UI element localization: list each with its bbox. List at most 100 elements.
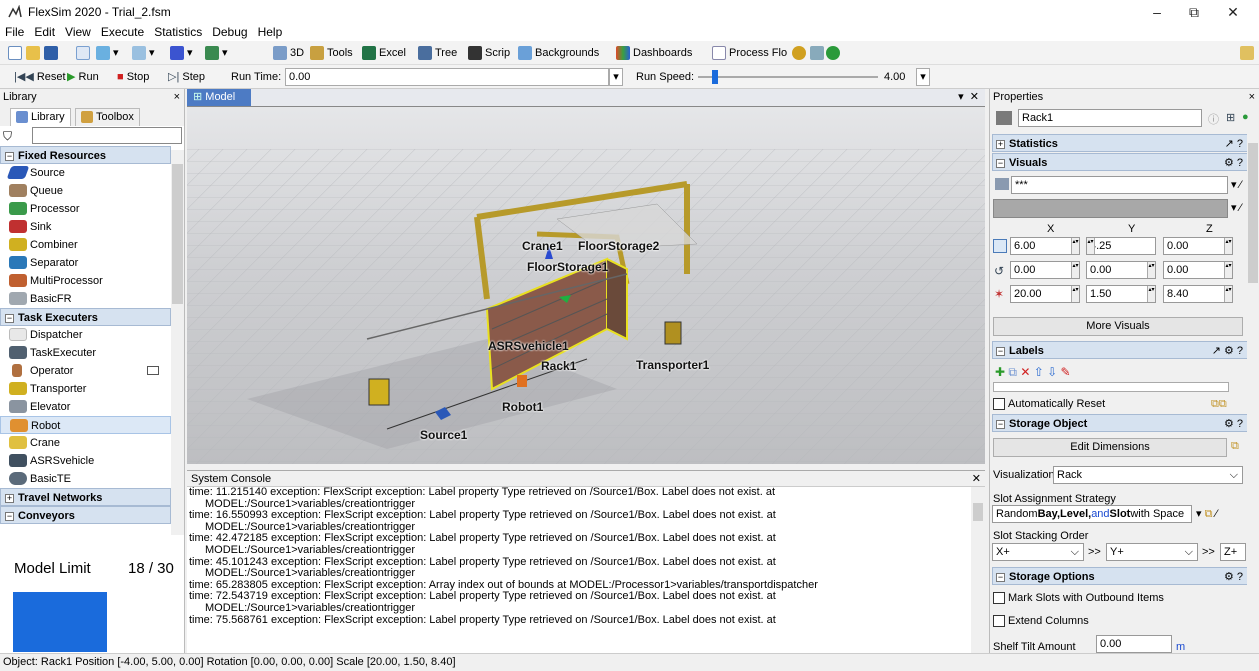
close-window-button[interactable]: ✕ <box>1216 2 1250 22</box>
shelf-tilt-field[interactable]: 0.00 <box>1096 635 1172 653</box>
dashboards-button[interactable]: Dashboards <box>616 44 692 62</box>
settings-gear-icon[interactable] <box>792 44 809 62</box>
minimize-button[interactable]: – <box>1140 2 1174 22</box>
library-item-multiprocessor[interactable]: MultiProcessor <box>0 272 171 290</box>
extend-columns-box[interactable] <box>993 615 1005 628</box>
size-z-field[interactable]: 8.40 ▴▾ <box>1163 285 1233 303</box>
filter-icon[interactable]: ⛉ <box>3 129 12 144</box>
run-speed-slider-thumb[interactable] <box>712 70 718 84</box>
console-scrollbar-thumb[interactable] <box>973 503 983 521</box>
category-fixed-resources[interactable]: − Fixed Resources <box>0 146 171 164</box>
library-scrollbar-thumb[interactable] <box>172 164 183 304</box>
position-y-field[interactable]: 4.25 ▴▾ <box>1086 237 1156 255</box>
menu-debug[interactable]: Debug <box>207 24 252 41</box>
labels-table[interactable] <box>993 382 1229 392</box>
auto-reset-box[interactable] <box>993 398 1005 411</box>
run-button[interactable]: ▶ Run <box>67 68 99 86</box>
menu-edit[interactable]: Edit <box>29 24 60 41</box>
stop-button[interactable]: ■ Stop <box>117 68 149 86</box>
library-item-crane[interactable]: Crane <box>0 434 171 452</box>
excel-button[interactable]: Excel <box>362 44 406 62</box>
section-statistics[interactable]: + Statistics ↗ ? <box>992 134 1248 152</box>
library-item-source[interactable]: Source <box>0 164 171 182</box>
menu-help[interactable]: Help <box>253 24 288 41</box>
storage-options-settings-help-icon[interactable]: ⚙ ? <box>1224 568 1243 586</box>
size-x-field[interactable]: 20.00 ▴▾ <box>1010 285 1080 303</box>
tree-dots-icon[interactable] <box>810 44 827 62</box>
forklift-object[interactable] <box>368 378 390 406</box>
reset-button[interactable]: |◀◀ Reset <box>14 68 66 86</box>
slot-assignment-dropdown-icons[interactable]: ▾ ⧉ ⁄ <box>1196 507 1217 521</box>
rotation-z-field[interactable]: 0.00 ▴▾ <box>1163 261 1233 279</box>
script-button[interactable]: Scrip <box>468 44 510 62</box>
shape-dropdown-eyedropper[interactable]: ▾ ⁄ <box>1231 178 1241 191</box>
menu-file[interactable]: File <box>0 24 29 41</box>
move-down-icon[interactable]: ⇩ <box>1047 365 1057 379</box>
shape-field[interactable]: *** <box>1011 176 1228 194</box>
process-flow-button[interactable]: Process Flo <box>712 44 787 62</box>
position-x-field[interactable]: 6.00 ▴▾ <box>1010 237 1080 255</box>
library-item-basicte[interactable]: BasicTE <box>0 470 171 488</box>
section-labels[interactable]: − Labels ↗ ⚙ ? <box>992 341 1248 359</box>
properties-scrollbar[interactable] <box>1247 129 1259 653</box>
model-scene[interactable] <box>187 89 985 464</box>
visuals-settings-help-icon[interactable]: ⚙ ? <box>1224 154 1243 172</box>
properties-scrollbar-thumb[interactable] <box>1248 143 1258 283</box>
help-icon[interactable] <box>826 44 843 62</box>
library-item-robot[interactable]: Robot <box>0 416 171 434</box>
slot-assignment-field[interactable]: RandomBay,Level,andSlotwith Space <box>992 505 1192 523</box>
move-up-icon[interactable]: ⇧ <box>1034 365 1044 379</box>
console-output[interactable]: time: 11.215140 exception: FlexScript ex… <box>187 486 985 626</box>
category-travel-networks[interactable]: + Travel Networks <box>0 488 171 506</box>
section-visuals[interactable]: − Visuals ⚙ ? <box>992 153 1248 171</box>
operator-group-icon[interactable] <box>147 366 159 375</box>
library-item-combiner[interactable]: Combiner <box>0 236 171 254</box>
maximize-button[interactable]: ⧉ <box>1177 2 1211 22</box>
label-link-icon[interactable]: ⓘ <box>1208 111 1219 127</box>
model-tab-menu-close[interactable]: ▾ ✕ <box>958 90 979 103</box>
object-name-field[interactable]: Rack1 <box>1018 109 1202 127</box>
visualization-select[interactable]: Rack ⌵ <box>1053 466 1243 484</box>
console-scrollbar[interactable] <box>971 487 985 654</box>
labels-pin-settings-help-icon[interactable]: ↗ ⚙ ? <box>1212 342 1243 360</box>
more-visuals-button[interactable]: More Visuals <box>993 317 1243 336</box>
section-storage-options[interactable]: − Storage Options ⚙ ? <box>992 567 1248 585</box>
category-conveyors[interactable]: − Conveyors <box>0 506 171 524</box>
labels-toolbar[interactable]: ✚ ⧉ ✕ ⇧ ⇩ ✎ <box>995 365 1071 380</box>
transporter-object[interactable] <box>664 321 682 345</box>
pin-icon[interactable]: ✎ <box>1061 365 1071 379</box>
storage-settings-help-icon[interactable]: ⚙ ? <box>1224 415 1243 433</box>
step-button[interactable]: ▷| Step <box>168 68 205 86</box>
category-task-executers[interactable]: − Task Executers <box>0 308 171 326</box>
library-item-separator[interactable]: Separator <box>0 254 171 272</box>
library-item-sink[interactable]: Sink <box>0 218 171 236</box>
robot-object[interactable] <box>517 375 527 387</box>
add-label-icon[interactable]: ✚ <box>995 365 1005 379</box>
extend-columns-checkbox[interactable]: Extend Columns <box>993 615 1089 628</box>
object-tool-icon[interactable]: ▾ <box>205 44 228 62</box>
section-storage-object[interactable]: − Storage Object ⚙ ? <box>992 414 1248 432</box>
tree-view-icon[interactable]: ⊞ <box>1226 111 1235 124</box>
disconnect-mode-icon[interactable]: ▾ <box>132 44 155 62</box>
library-item-basicfr[interactable]: BasicFR <box>0 290 171 308</box>
tools-button[interactable]: Tools <box>310 44 353 62</box>
library-search-input[interactable] <box>32 127 182 144</box>
edit-dimensions-copy-icon[interactable]: ⧉ <box>1231 440 1239 453</box>
console-close-icon[interactable]: ✕ <box>972 471 981 487</box>
properties-help-icon[interactable]: ● <box>1242 111 1249 123</box>
size-y-field[interactable]: 1.50 ▴▾ <box>1086 285 1156 303</box>
library-item-asrsvehicle[interactable]: ASRSvehicle <box>0 452 171 470</box>
library-item-dispatcher[interactable]: Dispatcher <box>0 326 171 344</box>
library-item-elevator[interactable]: Elevator <box>0 398 171 416</box>
edit-dimensions-button[interactable]: Edit Dimensions <box>993 438 1227 457</box>
statistics-pin-help-icon[interactable]: ↗ ? <box>1225 135 1243 153</box>
color-dropdown-eyedropper[interactable]: ▾ ⁄ <box>1231 201 1241 214</box>
open-folder-icon[interactable] <box>26 44 43 62</box>
menu-execute[interactable]: Execute <box>96 24 149 41</box>
labels-copy-icons[interactable]: ⧉⧉ <box>1211 398 1227 411</box>
library-item-operator[interactable]: Operator <box>0 362 171 380</box>
stacking-z-select[interactable]: Z+ <box>1220 543 1246 561</box>
stacking-y-select[interactable]: Y+ ⌵ <box>1106 543 1198 561</box>
connect-mode-icon[interactable]: ▾ <box>96 44 119 62</box>
tab-library[interactable]: Library <box>10 108 71 126</box>
